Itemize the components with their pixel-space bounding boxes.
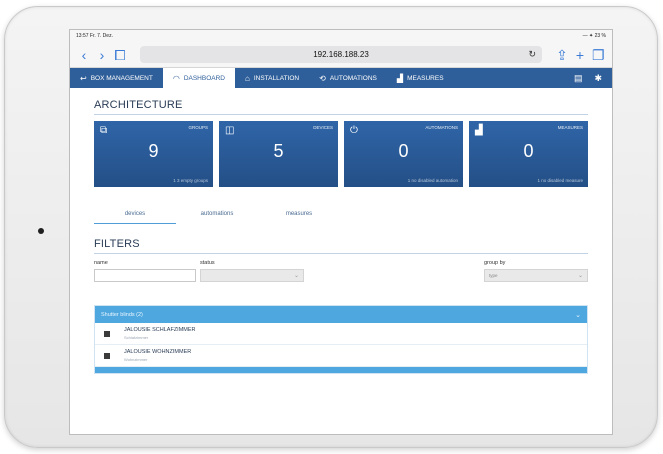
chevron-down-icon[interactable]: ⌄: [575, 311, 581, 319]
status-time: 13:57 Fr. 7. Dez.: [76, 33, 113, 39]
back-icon[interactable]: ‹: [78, 48, 90, 62]
share-icon[interactable]: ⇪: [556, 48, 568, 62]
device-name: JALOUSIE WOHNZIMMER: [124, 349, 192, 355]
nav-automations[interactable]: ⟲ AUTOMATIONS: [309, 68, 387, 88]
tile-label: GROUPS: [188, 125, 208, 130]
groups-icon: ⧉: [100, 125, 108, 136]
tile-value: 0: [398, 141, 409, 161]
view-tabs: devices automations measures: [94, 211, 588, 224]
tablet-screen: 13:57 Fr. 7. Dez. — ✦ 23 % ‹ › ⧠ 192.168…: [69, 29, 613, 435]
group-title: Shutter blinds (2): [101, 311, 143, 318]
tile-measures[interactable]: ▟ MEASURES 0 1 no disabled measure: [469, 121, 588, 187]
nav-installation[interactable]: ⌂ INSTALLATION: [235, 68, 309, 88]
devices-icon: ◫: [225, 125, 235, 136]
url-text: 192.168.188.23: [313, 50, 369, 59]
dashboard-icon: ◠: [172, 73, 180, 83]
nav-label: INSTALLATION: [253, 74, 300, 82]
tile-label: MEASURES: [557, 125, 583, 130]
automations-icon: ⏻: [350, 125, 358, 136]
tile-subtext: 1 no disabled measure: [537, 178, 583, 183]
status-bar: 13:57 Fr. 7. Dez. — ✦ 23 %: [70, 30, 612, 42]
group-by-value: type: [489, 273, 498, 278]
group-by-select[interactable]: type ⌄: [484, 269, 588, 282]
tile-value: 0: [523, 141, 534, 161]
chart-icon: ▟: [396, 73, 404, 83]
camera-dot: [38, 228, 44, 234]
tile-label: AUTOMATIONS: [425, 125, 458, 130]
tile-groups[interactable]: ⧉ GROUPS 9 1 3 empty groups: [94, 121, 213, 187]
tab-measures[interactable]: measures: [258, 211, 340, 224]
name-filter-label: name: [94, 260, 108, 266]
measures-icon: ▟: [475, 125, 483, 136]
status-filter-label: status: [200, 260, 215, 266]
nav-dashboard[interactable]: ◠ DASHBOARD: [162, 68, 235, 88]
tile-automations[interactable]: ⏻ AUTOMATIONS 0 1 no disabled automation: [344, 121, 463, 187]
blind-icon: [104, 352, 110, 359]
tile-subtext: 1 no disabled automation: [407, 178, 458, 183]
tile-value: 9: [148, 141, 159, 161]
reload-icon[interactable]: ↻: [528, 49, 536, 60]
tabs-icon[interactable]: ❐: [592, 48, 605, 62]
tablet-frame: 13:57 Fr. 7. Dez. — ✦ 23 % ‹ › ⧠ 192.168…: [4, 6, 658, 448]
messages-icon[interactable]: ▤: [574, 73, 583, 84]
chevron-down-icon: ⌄: [293, 273, 299, 279]
device-room: Wohnzimmer: [124, 357, 148, 362]
device-row[interactable]: JALOUSIE SCHLAFZIMMER Schlafzimmer: [95, 323, 587, 345]
name-filter-input[interactable]: [94, 269, 196, 282]
device-row[interactable]: JALOUSIE WOHNZIMMER Wohnzimmer: [95, 345, 587, 367]
browser-toolbar: ‹ › ⧠ 192.168.188.23 ↻ ⇪ + ❐: [70, 42, 612, 68]
chevron-down-icon: ⌄: [577, 273, 583, 279]
nav-box-management[interactable]: ↩ BOX MANAGEMENT: [70, 68, 163, 88]
automation-icon: ⟲: [319, 73, 326, 83]
tile-subtext: 1 3 empty groups: [173, 178, 208, 183]
device-name: JALOUSIE SCHLAFZIMMER: [124, 327, 196, 333]
nav-label: AUTOMATIONS: [329, 74, 377, 82]
filter-row: name status ⌄ group by type ⌄: [94, 260, 588, 292]
group-by-label: group by: [484, 260, 506, 266]
device-room: Schlafzimmer: [124, 335, 149, 340]
tile-value: 5: [273, 141, 284, 161]
architecture-title: ARCHITECTURE: [94, 99, 588, 115]
app-navigation: ↩ BOX MANAGEMENT ◠ DASHBOARD ⌂ INSTALLAT…: [70, 68, 612, 88]
tab-devices[interactable]: devices: [94, 211, 176, 224]
address-bar[interactable]: 192.168.188.23 ↻: [140, 46, 542, 63]
settings-icon[interactable]: ✱: [594, 73, 602, 84]
status-filter-select[interactable]: ⌄: [200, 269, 304, 282]
group-footer-bar: [95, 367, 587, 373]
device-group-panel: Shutter blinds (2) ⌄ JALOUSIE SCHLAFZIMM…: [94, 305, 588, 374]
nav-measures[interactable]: ▟ MEASURES: [387, 68, 454, 88]
nav-label: DASHBOARD: [183, 74, 225, 82]
tile-label: DEVICES: [313, 125, 333, 130]
bookmarks-icon[interactable]: ⧠: [114, 48, 126, 62]
architecture-tiles: ⧉ GROUPS 9 1 3 empty groups ◫ DEVICES 5 …: [94, 121, 588, 187]
nav-label: BOX MANAGEMENT: [90, 74, 153, 82]
home-icon: ⌂: [245, 73, 250, 83]
filters-title: FILTERS: [94, 238, 588, 254]
nav-right-actions: ▤ ✱: [574, 73, 612, 84]
blind-icon: [104, 330, 110, 337]
status-battery: — ✦ 23 %: [582, 33, 606, 39]
tab-automations[interactable]: automations: [176, 211, 258, 224]
back-arrow-icon: ↩: [80, 73, 87, 83]
group-header[interactable]: Shutter blinds (2) ⌄: [95, 306, 587, 323]
main-content: ARCHITECTURE ⧉ GROUPS 9 1 3 empty groups…: [70, 99, 612, 374]
tile-devices[interactable]: ◫ DEVICES 5: [219, 121, 338, 187]
forward-icon[interactable]: ›: [96, 48, 108, 62]
new-tab-icon[interactable]: +: [574, 48, 586, 62]
nav-label: MEASURES: [407, 74, 444, 82]
